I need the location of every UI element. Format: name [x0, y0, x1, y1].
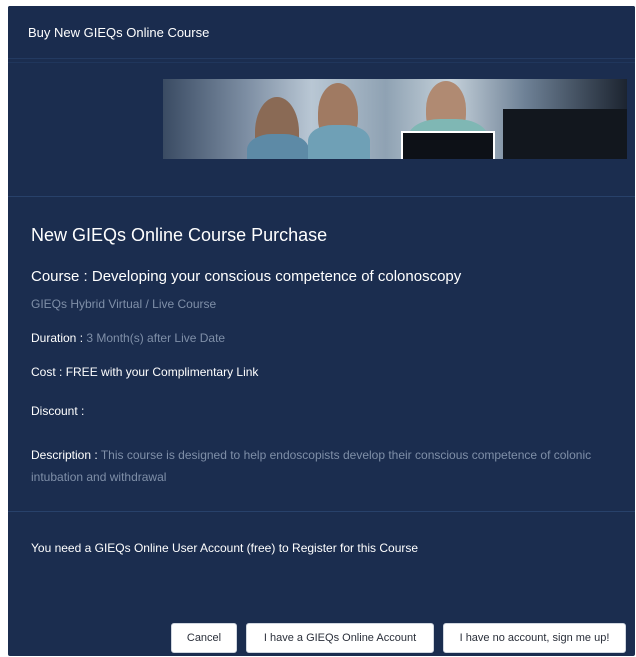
- course-label: Course :: [31, 268, 88, 285]
- description-field: Description : This course is designed to…: [31, 444, 626, 488]
- cost-field: Cost : FREE with your Complimentary Link: [31, 365, 258, 379]
- course-name: Developing your conscious competence of …: [91, 268, 462, 285]
- duration-value: 3 Month(s) after Live Date: [86, 331, 226, 345]
- account-requirement-note: You need a GIEQs Online User Account (fr…: [31, 541, 419, 555]
- sign-up-button[interactable]: I have no account, sign me up!: [443, 623, 626, 653]
- section-divider-bottom: [8, 511, 635, 512]
- header-divider: [8, 62, 635, 63]
- duration-label: Duration :: [31, 331, 84, 345]
- course-banner-image: [163, 79, 627, 159]
- section-divider-top: [8, 196, 635, 197]
- purchase-heading: New GIEQs Online Course Purchase: [31, 225, 328, 245]
- banner-monitor: [401, 131, 495, 159]
- description-label: Description :: [31, 448, 98, 462]
- discount-field: Discount :: [31, 404, 84, 418]
- have-account-button[interactable]: I have a GIEQs Online Account: [246, 623, 434, 653]
- discount-label: Discount :: [31, 404, 85, 418]
- cost-value: FREE with your Complimentary Link: [65, 365, 259, 379]
- duration-field: Duration : 3 Month(s) after Live Date: [31, 331, 225, 345]
- course-line: Course : Developing your conscious compe…: [31, 268, 461, 285]
- modal-title: Buy New GIEQs Online Course: [28, 25, 210, 40]
- modal-header: Buy New GIEQs Online Course: [8, 6, 635, 59]
- purchase-modal: Buy New GIEQs Online Course New GIEQs On…: [8, 6, 635, 656]
- banner-equipment: [503, 109, 627, 159]
- cancel-button[interactable]: Cancel: [171, 623, 237, 653]
- banner-person-left-scrubs: [247, 134, 309, 159]
- course-type: GIEQs Hybrid Virtual / Live Course: [31, 297, 217, 311]
- description-value: This course is designed to help endoscop…: [31, 448, 592, 484]
- banner-person-middle-scrubs: [308, 125, 370, 159]
- cost-label: Cost :: [31, 365, 63, 379]
